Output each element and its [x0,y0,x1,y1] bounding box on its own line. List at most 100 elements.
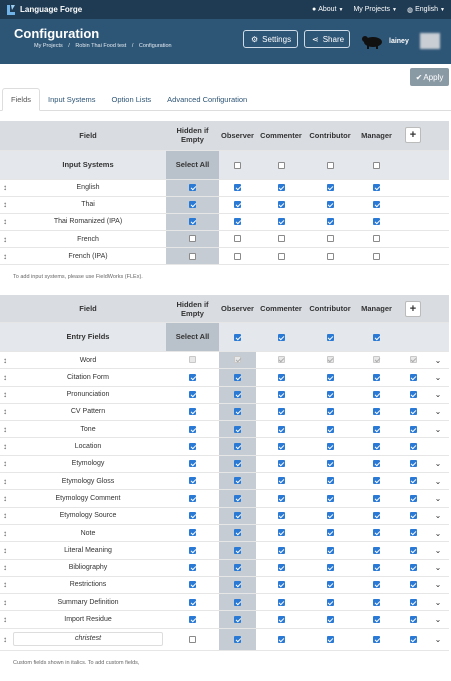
hidden-if-empty-checkbox[interactable] [189,391,196,398]
select-all-row-checkbox[interactable] [234,546,241,554]
commenter-checkbox[interactable] [277,252,285,260]
drag-handle-icon[interactable]: ↕ [0,472,10,491]
select-all-row-checkbox[interactable] [234,425,241,433]
chevron-down-icon[interactable]: ⌄ [435,494,442,503]
observer-checkbox[interactable] [277,529,285,537]
drag-handle-icon[interactable]: ↕ [0,628,10,651]
contributor-checkbox[interactable] [373,512,380,520]
select-all-commenter-checkbox[interactable] [277,333,285,341]
select-all-row-checkbox[interactable] [234,391,241,398]
contributor-checkbox[interactable] [373,391,380,398]
observer-checkbox[interactable] [277,373,285,381]
commenter-checkbox[interactable] [326,598,334,606]
manager-checkbox[interactable] [409,460,417,468]
commenter-checkbox[interactable] [277,183,285,191]
hidden-if-empty-checkbox[interactable] [189,635,196,643]
observer-checkbox[interactable] [277,460,285,468]
select-all-row-checkbox[interactable] [234,512,241,520]
select-all-manager-checkbox[interactable] [373,161,380,169]
select-all-row-checkbox[interactable] [189,201,196,209]
observer-checkbox[interactable] [277,391,285,398]
select-all-observer-checkbox[interactable] [234,333,241,341]
manager-checkbox[interactable] [409,442,417,450]
select-all-row-checkbox[interactable] [234,494,241,502]
commenter-checkbox[interactable] [277,218,285,226]
custom-field-name-input[interactable]: christest [13,632,163,647]
hidden-if-empty-checkbox[interactable] [189,373,196,381]
drag-handle-icon[interactable]: ↕ [0,541,10,560]
hidden-if-empty-checkbox[interactable] [189,529,196,537]
commenter-checkbox[interactable] [277,201,285,209]
commenter-checkbox[interactable] [326,581,334,589]
hidden-if-empty-checkbox[interactable] [189,563,196,571]
manager-checkbox[interactable] [409,598,417,606]
hidden-if-empty-checkbox[interactable] [189,581,196,589]
contributor-checkbox[interactable] [373,615,380,623]
hidden-if-empty-checkbox[interactable] [189,598,196,606]
contributor-checkbox[interactable] [373,494,380,502]
drag-handle-icon[interactable]: ↕ [0,420,10,439]
contributor-checkbox[interactable] [326,183,334,191]
chevron-down-icon[interactable]: ⌄ [435,390,442,399]
observer-checkbox[interactable] [277,615,285,623]
select-all-contributor-checkbox[interactable] [326,333,334,341]
observer-checkbox[interactable] [277,494,285,502]
drag-handle-icon[interactable]: ↕ [0,576,10,595]
share-button[interactable]: ⋖ Share [304,30,350,48]
select-all-commenter-checkbox[interactable] [277,161,285,169]
drag-handle-icon[interactable]: ↕ [0,368,10,387]
tab-fields[interactable]: Fields [2,88,41,111]
drag-handle-icon[interactable]: ↕ [0,437,10,456]
contributor-checkbox[interactable] [373,373,380,381]
observer-checkbox[interactable] [234,218,241,226]
add-column-button[interactable]: + [405,127,421,144]
hidden-if-empty-checkbox[interactable] [189,615,196,623]
hidden-if-empty-checkbox[interactable] [189,408,196,416]
avatar[interactable] [361,33,385,49]
chevron-down-icon[interactable]: ⌄ [435,529,442,538]
select-all-row-checkbox[interactable] [234,460,241,468]
chevron-down-icon[interactable]: ⌄ [435,546,442,555]
manager-checkbox[interactable] [409,477,417,485]
chevron-down-icon[interactable]: ⌄ [435,580,442,589]
commenter-checkbox[interactable] [326,494,334,502]
contributor-checkbox[interactable] [373,460,380,468]
settings-button[interactable]: ⚙ Settings [243,30,298,48]
commenter-checkbox[interactable] [326,408,334,416]
commenter-checkbox[interactable] [326,425,334,433]
observer-checkbox[interactable] [277,581,285,589]
contributor-checkbox[interactable] [373,442,380,450]
observer-checkbox[interactable] [277,598,285,606]
observer-checkbox[interactable] [277,408,285,416]
username[interactable]: lainey [389,38,409,45]
contributor-checkbox[interactable] [373,598,380,606]
select-all-row-checkbox[interactable] [234,477,241,485]
tab-input-systems[interactable]: Input Systems [40,89,104,110]
drag-handle-icon[interactable]: ↕ [0,403,10,422]
commenter-checkbox[interactable] [326,512,334,520]
commenter-checkbox[interactable] [326,442,334,450]
breadcrumb-project[interactable]: Robin Thai Food test [75,43,126,49]
commenter-checkbox[interactable] [326,460,334,468]
manager-checkbox[interactable] [373,252,380,260]
contributor-checkbox[interactable] [373,529,380,537]
select-all-row-checkbox[interactable] [234,529,241,537]
manager-checkbox[interactable] [409,581,417,589]
contributor-checkbox[interactable] [373,425,380,433]
contributor-checkbox[interactable] [373,477,380,485]
drag-handle-icon[interactable]: ↕ [0,213,10,232]
drag-handle-icon[interactable]: ↕ [0,247,10,266]
observer-checkbox[interactable] [234,201,241,209]
observer-checkbox[interactable] [234,252,241,260]
chevron-down-icon[interactable]: ⌄ [435,615,442,624]
manager-checkbox[interactable] [373,183,380,191]
contributor-checkbox[interactable] [373,635,380,643]
chevron-down-icon[interactable]: ⌄ [435,373,442,382]
manager-checkbox[interactable] [409,494,417,502]
observer-checkbox[interactable] [277,425,285,433]
contributor-checkbox[interactable] [326,235,334,243]
commenter-checkbox[interactable] [326,529,334,537]
hidden-if-empty-checkbox[interactable] [189,425,196,433]
select-all-row-checkbox[interactable] [189,235,196,243]
add-column-button[interactable]: + [405,300,421,317]
